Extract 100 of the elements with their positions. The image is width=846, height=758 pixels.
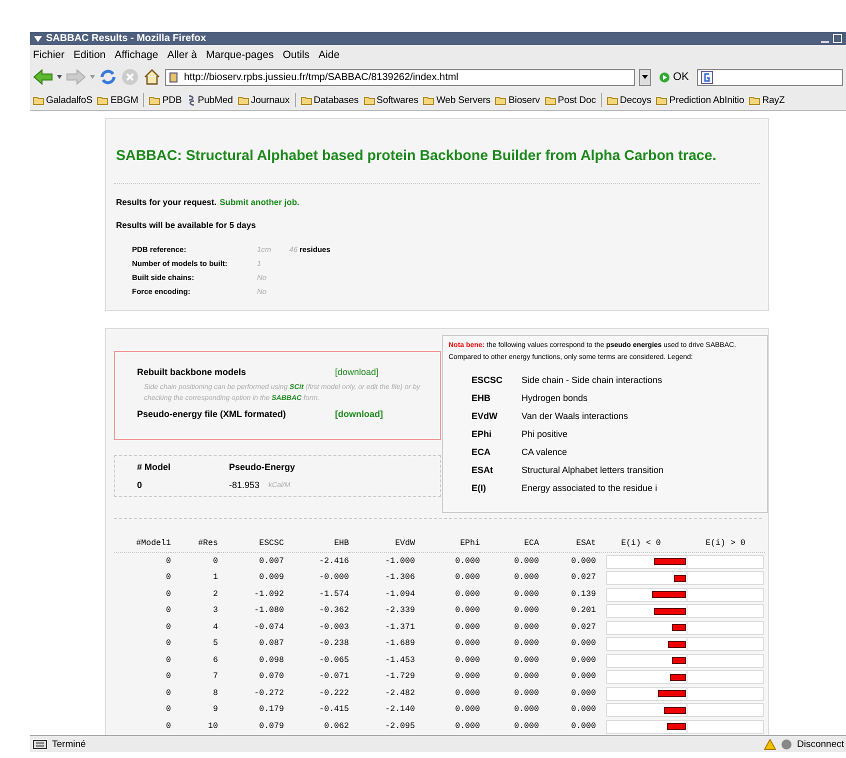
bookmark-item[interactable]: Journaux — [238, 94, 290, 106]
table-cell-text: 2 — [212, 588, 218, 601]
search-engine-icon — [700, 70, 713, 84]
table-cell-text: -1.080 — [253, 605, 284, 618]
bookmark-item[interactable]: Web Servers — [423, 94, 490, 106]
disconnected-icon — [781, 738, 792, 750]
bookmark-item[interactable]: Bioserv — [495, 94, 540, 106]
table-cell-text: -1.000 — [384, 556, 415, 568]
table-cell-text: 0.000 — [570, 638, 596, 650]
caret-icon — [642, 75, 648, 79]
table-cell-text: 0 — [165, 671, 171, 684]
table-cell-text: 0.000 — [513, 671, 539, 684]
table-cell-text: -0.071 — [318, 671, 349, 684]
table-cell-text: 0 — [165, 572, 171, 584]
bookmark-item[interactable]: PDB — [149, 94, 182, 106]
table-cell-text: 0.000 — [513, 572, 539, 584]
menu-item[interactable]: Marque-pages — [206, 48, 274, 60]
legend-text: CA valence — [521, 446, 568, 458]
go-button[interactable]: OK — [655, 71, 693, 83]
table-cell-text: -1.094 — [384, 588, 415, 601]
back-arrow-icon[interactable] — [33, 69, 53, 85]
table-cell-text: 0 — [165, 556, 171, 568]
energy-value: -81.953 — [229, 480, 260, 490]
table-cell-text: -0.415 — [318, 704, 349, 716]
table-cell-text: -0.074 — [253, 622, 284, 634]
home-icon[interactable] — [143, 68, 161, 86]
page-heading: SABBAC: Structural Alphabet based protein Backbone Builder from Alpha Carbon trace. — [114, 119, 760, 184]
dropdown-button[interactable] — [639, 68, 651, 86]
folder-icon — [33, 96, 44, 104]
table-cell-text: -1.092 — [253, 588, 284, 601]
maximize-icon[interactable] — [833, 34, 842, 43]
url-field[interactable]: http://bioserv.rpbs.jussieu.fr/tmp/SABBAC/8139262/index.html — [165, 68, 635, 86]
table-cell-text: 0.139 — [570, 588, 596, 601]
legend-term: EPhi — [471, 428, 492, 440]
column-header: EHB — [284, 539, 349, 553]
window-title: SABBAC Results - Mozilla Firefox — [46, 33, 206, 44]
legend-text: Phi positive — [521, 428, 569, 440]
bookmark-item[interactable]: Databases — [300, 94, 359, 106]
menu-item[interactable]: Edition — [74, 48, 106, 60]
table-cell-text: 0.000 — [454, 638, 480, 650]
download-link[interactable]: [download] — [335, 409, 430, 419]
search-field[interactable] — [696, 68, 843, 86]
link-icon — [186, 94, 196, 106]
table-cell-text: -1.453 — [384, 654, 415, 667]
folder-icon — [423, 96, 434, 104]
column-header: EVdW — [349, 539, 415, 553]
caret-icon[interactable] — [57, 75, 62, 79]
go-icon — [659, 72, 670, 82]
menu-item[interactable]: Aller à — [167, 48, 197, 60]
table-cell-text: 0.000 — [513, 588, 539, 601]
table-cell-text: 0.000 — [570, 671, 596, 684]
bookmark-item[interactable]: Softwares — [364, 94, 418, 106]
table-cell-text: 0.000 — [570, 704, 596, 716]
table-cell-text: 0.009 — [258, 572, 284, 584]
table-cell-text: 0.179 — [258, 704, 284, 716]
table-cell-text: 0.000 — [513, 605, 539, 618]
menu-item[interactable]: Affichage — [114, 48, 158, 60]
bookmark-item[interactable]: Decoys — [606, 94, 652, 106]
connection-status: Disconnect — [797, 738, 844, 750]
column-header: ECA — [480, 539, 539, 553]
bookmark-item[interactable]: EBGM — [97, 94, 138, 106]
submit-link[interactable]: Submit another job. — [220, 197, 300, 207]
folder-icon — [656, 96, 668, 104]
bookmark-item[interactable]: GaladalfoS — [33, 94, 92, 106]
table-cell-text: 0.000 — [513, 654, 539, 667]
bookmark-item[interactable]: RayZ — [749, 94, 785, 106]
bookmark-item[interactable]: PubMed — [186, 94, 233, 106]
table-cell-text: 0.000 — [570, 556, 596, 568]
table-cell-text: 0.000 — [513, 638, 539, 650]
table-cell-text: 0.000 — [513, 688, 539, 700]
menu-item[interactable]: Fichier — [33, 48, 65, 60]
table-cell-text: 0.000 — [570, 720, 596, 733]
column-header: E(i) < 0 — [596, 539, 686, 553]
table-cell-text: 0 — [137, 480, 144, 490]
table-cell-text: 0.000 — [454, 654, 480, 667]
column-header: #Res — [171, 539, 218, 553]
table-cell-text: -0.000 — [318, 572, 349, 584]
menu-item[interactable]: Aide — [318, 48, 340, 60]
table-cell-text: 0 — [165, 605, 171, 618]
download-link[interactable]: [download] — [335, 367, 430, 377]
table-cell-text: 0.000 — [570, 654, 596, 667]
column-header: E(i) > 0 — [686, 539, 765, 553]
folder-icon — [606, 96, 618, 104]
bookmark-item[interactable]: Prediction AbInitio — [656, 94, 744, 106]
menu-arrow-icon[interactable] — [34, 36, 42, 42]
column-header: #Model1 — [114, 539, 171, 553]
table-cell-text: 0 — [165, 622, 171, 634]
table-cell-text: 0 — [165, 638, 171, 650]
table-cell-text: 0 — [212, 556, 218, 568]
column-header: ESAt — [539, 539, 596, 553]
table-cell-text: 0.000 — [513, 556, 539, 568]
folder-icon — [544, 96, 556, 104]
menu-item[interactable]: Outils — [282, 48, 310, 60]
reload-icon[interactable] — [99, 68, 117, 86]
column-header: EPhi — [415, 539, 480, 553]
bookmark-item[interactable]: Post Doc — [544, 94, 596, 106]
table-cell-text: 4 — [212, 622, 218, 634]
table-cell-text: -0.003 — [318, 622, 349, 634]
table-cell-text: -1.574 — [318, 588, 349, 601]
table-cell-text: -0.272 — [253, 688, 284, 700]
